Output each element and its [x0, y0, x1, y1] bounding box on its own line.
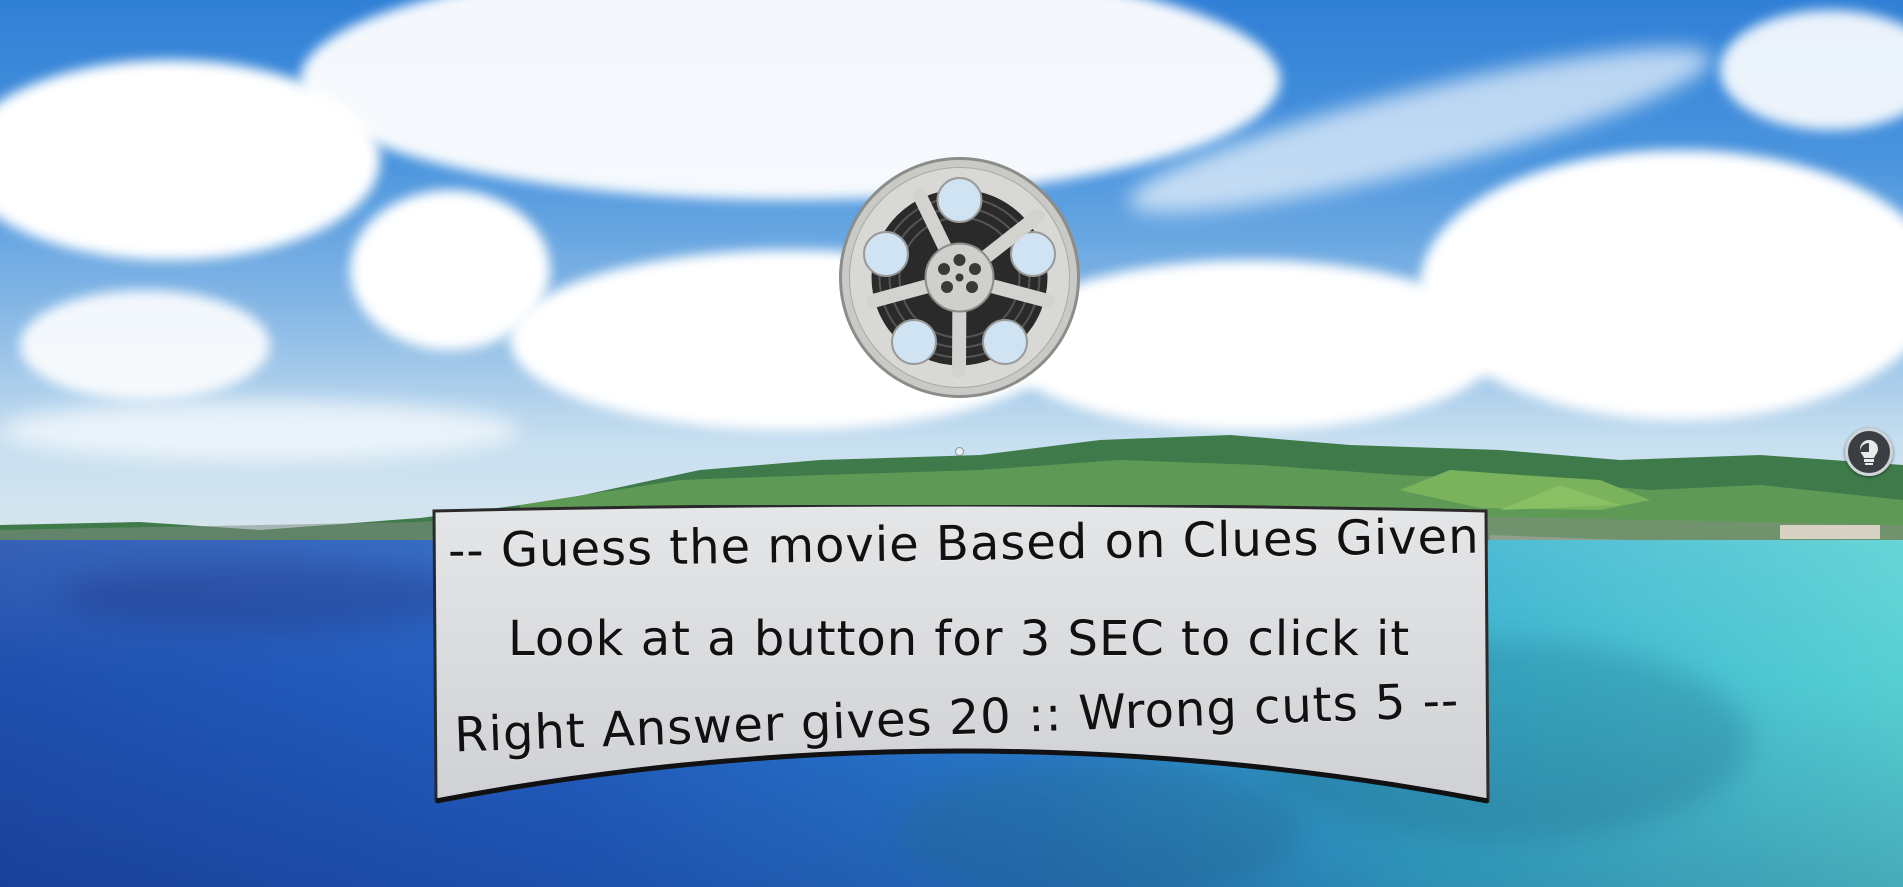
gaze-cursor	[955, 447, 964, 456]
instruction-line-2: Look at a button for 3 SEC to click it	[508, 611, 1411, 667]
instruction-panel: -- Guess the movie Based on Clues Given …	[430, 505, 1490, 810]
help-bulb-icon[interactable]	[1845, 428, 1893, 476]
film-reel-icon	[838, 156, 1081, 399]
cloud	[20, 290, 270, 400]
